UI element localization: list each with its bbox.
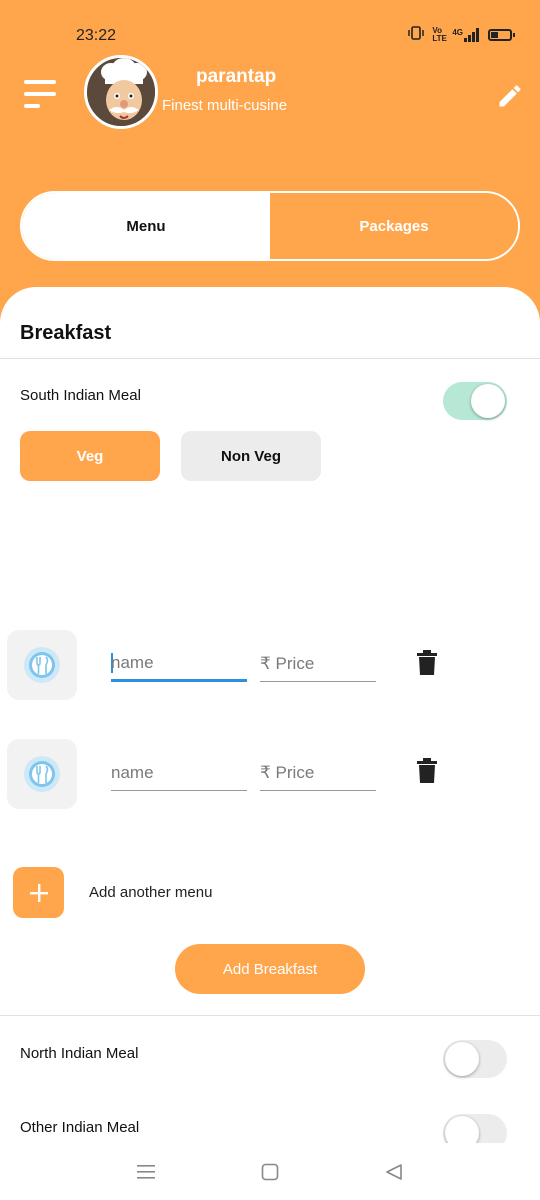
- chef-avatar[interactable]: [84, 55, 158, 129]
- back-icon: [386, 1164, 402, 1180]
- north-indian-meal-label: North Indian Meal: [20, 1045, 139, 1062]
- status-time: 23:22: [76, 27, 117, 44]
- hamburger-menu-button[interactable]: [24, 80, 56, 110]
- veg-filter-button[interactable]: Veg: [20, 431, 160, 481]
- pencil-icon: [499, 85, 521, 107]
- menu-item-name-input[interactable]: name: [111, 646, 247, 682]
- segmented-tabs: Menu Packages: [20, 191, 520, 261]
- south-indian-meal-toggle[interactable]: [443, 382, 507, 420]
- price-placeholder: ₹ Price: [260, 762, 315, 782]
- menu-item-price-input[interactable]: ₹ Price: [260, 755, 376, 791]
- add-another-menu-button[interactable]: [13, 867, 64, 918]
- divider: [0, 358, 540, 359]
- name-placeholder: name: [111, 652, 154, 672]
- menu-item-name-input[interactable]: name: [111, 755, 247, 791]
- profile-tagline: Finest multi-cusine: [162, 97, 288, 114]
- signal-icon: 4G: [452, 27, 480, 42]
- hamburger-line: [24, 104, 40, 108]
- hamburger-line: [24, 92, 56, 96]
- name-placeholder: name: [111, 762, 154, 782]
- add-another-menu-label[interactable]: Add another menu: [89, 884, 212, 901]
- north-indian-meal-toggle[interactable]: [443, 1040, 507, 1078]
- non-veg-filter-button[interactable]: Non Veg: [181, 431, 321, 481]
- tab-menu[interactable]: Menu: [22, 193, 270, 259]
- delete-item-button[interactable]: [416, 758, 438, 784]
- plus-icon: [29, 883, 48, 902]
- menu-item-image-picker[interactable]: [7, 739, 77, 809]
- vibrate-icon: [408, 26, 425, 43]
- status-icons: Vo LTE 4G: [408, 25, 515, 43]
- chef-avatar-image: [87, 58, 155, 126]
- toggle-knob: [445, 1042, 479, 1076]
- menu-item-image-picker[interactable]: [7, 630, 77, 700]
- toggle-knob: [471, 384, 505, 418]
- other-indian-meal-label: Other Indian Meal: [20, 1119, 140, 1136]
- battery-icon: [488, 28, 515, 41]
- divider: [0, 1015, 540, 1016]
- profile-name: parantap: [196, 66, 277, 87]
- volte-icon: Vo LTE: [432, 25, 447, 43]
- add-breakfast-button[interactable]: Add Breakfast: [175, 944, 365, 994]
- recents-button[interactable]: [135, 1161, 157, 1183]
- home-icon: [261, 1163, 279, 1181]
- menu-item-price-input[interactable]: ₹ Price: [260, 646, 376, 682]
- dish-placeholder-icon: [24, 756, 60, 792]
- edit-profile-button[interactable]: [496, 82, 524, 110]
- status-bar: 23:22 Vo LTE 4G: [0, 0, 540, 60]
- dish-placeholder-icon: [24, 647, 60, 683]
- delete-item-button[interactable]: [416, 650, 438, 676]
- trash-icon: [417, 758, 437, 783]
- tab-packages[interactable]: Packages: [270, 193, 518, 259]
- home-button[interactable]: [259, 1161, 281, 1183]
- recents-icon: [137, 1165, 155, 1179]
- hamburger-line: [24, 80, 56, 84]
- trash-icon: [417, 650, 437, 675]
- south-indian-meal-label: South Indian Meal: [20, 387, 141, 404]
- back-button[interactable]: [383, 1161, 405, 1183]
- section-title: Breakfast: [20, 322, 112, 344]
- network-type: 4G: [452, 27, 463, 37]
- price-placeholder: ₹ Price: [260, 653, 315, 673]
- system-nav-bar: [0, 1143, 540, 1200]
